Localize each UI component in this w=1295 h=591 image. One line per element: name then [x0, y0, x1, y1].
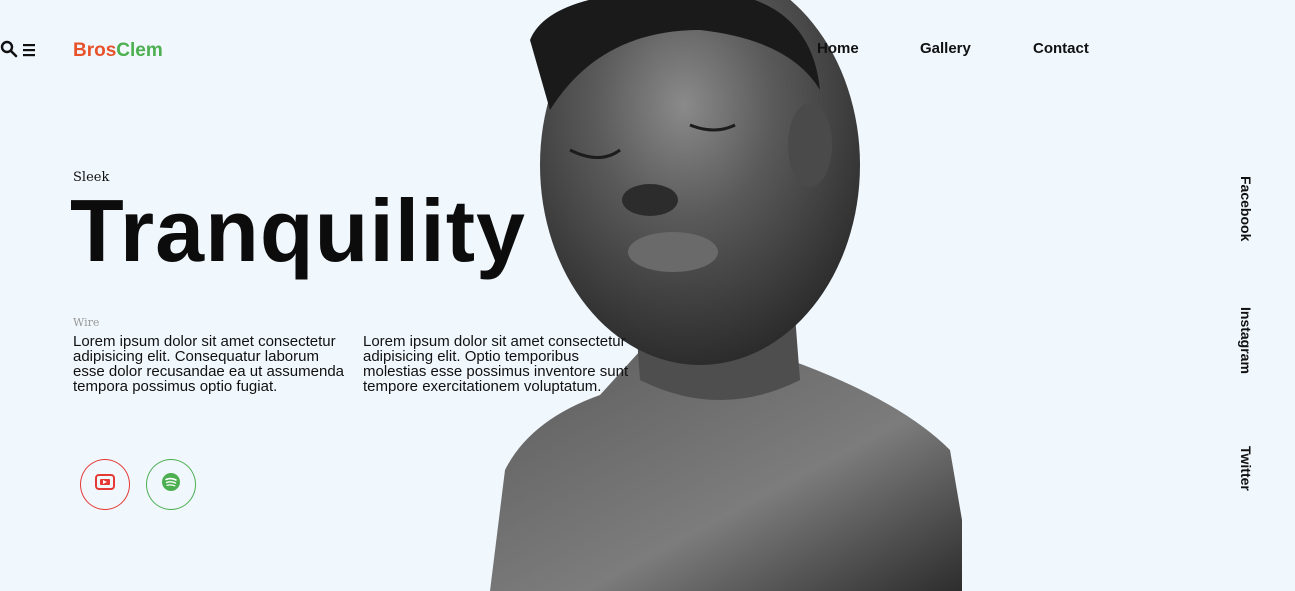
hamburger-menu-icon[interactable] — [22, 44, 38, 62]
spotify-button[interactable] — [146, 459, 196, 510]
nav-gallery-link[interactable]: Gallery — [920, 40, 971, 57]
search-icon[interactable] — [0, 40, 22, 62]
social-twitter-link[interactable]: Twitter — [1232, 446, 1254, 491]
social-facebook-link[interactable]: Facebook — [1232, 176, 1254, 241]
main-navigation: Home Gallery Contact — [0, 40, 1295, 62]
spotify-icon — [161, 472, 181, 497]
hero-headline: Tranquility — [70, 181, 526, 280]
nav-contact-link[interactable]: Contact — [1033, 40, 1089, 57]
nav-home-link[interactable]: Home — [817, 40, 859, 57]
hero-subtag: Wire — [73, 316, 100, 329]
youtube-icon — [95, 473, 115, 496]
social-instagram-link[interactable]: Instagram — [1232, 307, 1254, 374]
hero-paragraph-1: Lorem ipsum dolor sit amet consectetur a… — [73, 333, 345, 395]
youtube-button[interactable] — [80, 459, 130, 510]
hero-paragraph-2: Lorem ipsum dolor sit amet consectetur a… — [363, 333, 629, 395]
hero-portrait-image — [490, 0, 962, 591]
